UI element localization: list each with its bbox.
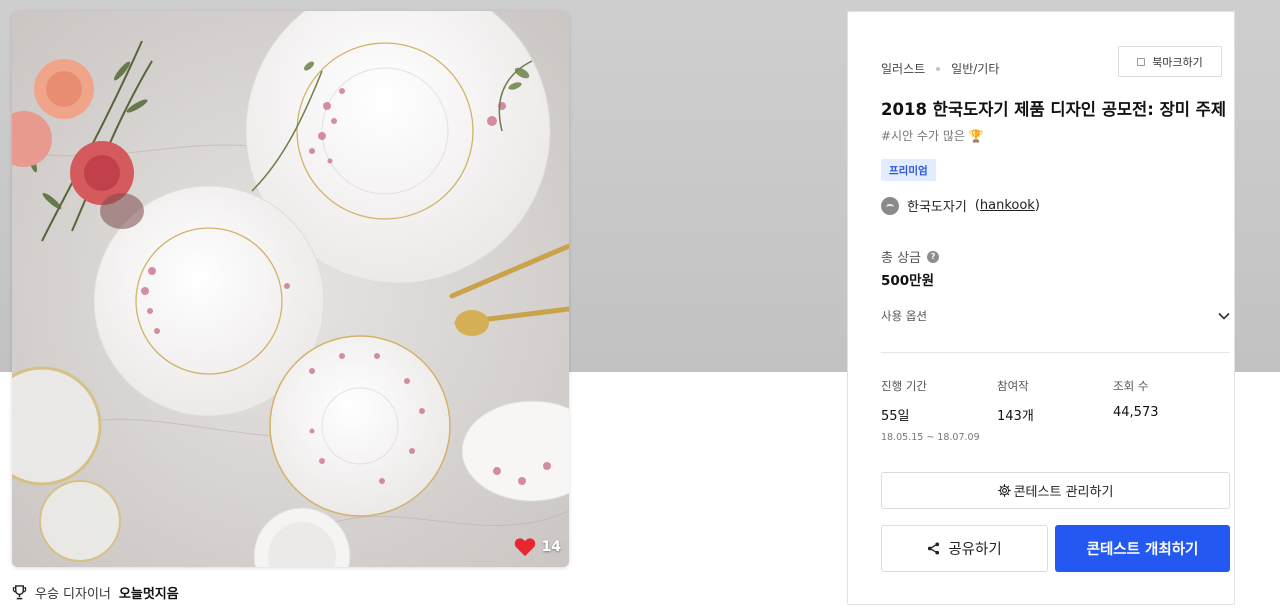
winner-prefix: 우승 디자이너	[35, 587, 111, 602]
breadcrumb: 일러스트 일반/기타	[881, 60, 999, 77]
host-name: 한국도자기	[907, 200, 967, 215]
usage-options-label: 사용 옵션	[881, 309, 927, 323]
stat-period-value: 55일	[881, 409, 910, 424]
contest-title: 2018 한국도자기 제품 디자인 공모전: 장미 주제	[881, 100, 1227, 119]
usage-options-toggle[interactable]: 사용 옵션	[881, 306, 1230, 326]
avatar	[881, 196, 899, 215]
like-badge[interactable]: 14	[514, 537, 561, 557]
stat-views-value: 44,573	[1113, 405, 1159, 420]
stat-participants-value: 143개	[997, 409, 1034, 424]
bookmark-icon	[1137, 57, 1146, 66]
stat-period: 진행 기간 55일 18.05.15 ~ 18.07.09	[881, 378, 997, 443]
chevron-down-icon	[1218, 312, 1230, 320]
manage-contest-button[interactable]: 콘테스트 관리하기	[881, 472, 1230, 509]
share-label: 공유하기	[948, 542, 1002, 558]
breadcrumb-separator	[936, 66, 941, 71]
premium-badge: 프리미엄	[881, 159, 936, 181]
bookmark-button[interactable]: 북마크하기	[1118, 46, 1222, 77]
host-contest-button[interactable]: 콘테스트 개최하기	[1055, 525, 1230, 572]
bookmark-label: 북마크하기	[1152, 55, 1203, 69]
tableware-photo	[12, 11, 569, 567]
divider	[881, 352, 1230, 353]
stat-participants: 참여작 143개	[997, 378, 1113, 443]
winner-name[interactable]: 오늘멋지음	[119, 583, 179, 602]
breadcrumb-category[interactable]: 일러스트	[881, 60, 925, 77]
contest-stats: 진행 기간 55일 18.05.15 ~ 18.07.09 참여작 143개 조…	[881, 378, 1230, 443]
breadcrumb-subcategory[interactable]: 일반/기타	[951, 60, 999, 77]
contest-image[interactable]: 14	[12, 11, 569, 567]
stat-participants-label: 참여작	[997, 379, 1029, 393]
stat-views-label: 조회 수	[1113, 379, 1149, 393]
gear-icon	[997, 484, 1011, 497]
winner-info: 우승 디자이너 오늘멋지음	[12, 583, 179, 602]
contest-tag[interactable]: #시안 수가 많은 🏆	[881, 127, 984, 144]
host-handle[interactable]: hankook	[980, 198, 1035, 213]
stat-views: 조회 수 44,573	[1113, 378, 1229, 443]
stat-period-label: 진행 기간	[881, 379, 927, 393]
host-info[interactable]: 한국도자기 (hankook)	[881, 196, 1040, 215]
contest-info-panel: 일러스트 일반/기타 북마크하기 2018 한국도자기 제품 디자인 공모전: …	[847, 11, 1235, 605]
share-button[interactable]: 공유하기	[881, 525, 1048, 572]
help-icon[interactable]: ?	[927, 250, 940, 263]
like-count: 14	[541, 539, 561, 555]
prize-value: 500만원	[881, 273, 935, 289]
host-handle-wrap: (hankook)	[974, 198, 1040, 213]
share-icon	[928, 542, 940, 555]
manage-contest-label: 콘테스트 관리하기	[1013, 485, 1114, 500]
stat-period-range: 18.05.15 ~ 18.07.09	[881, 432, 980, 443]
heart-icon	[514, 538, 535, 557]
prize-label: 총 상금 ?	[881, 247, 940, 266]
trophy-icon	[12, 585, 27, 600]
prize-label-text: 총 상금	[881, 251, 922, 266]
